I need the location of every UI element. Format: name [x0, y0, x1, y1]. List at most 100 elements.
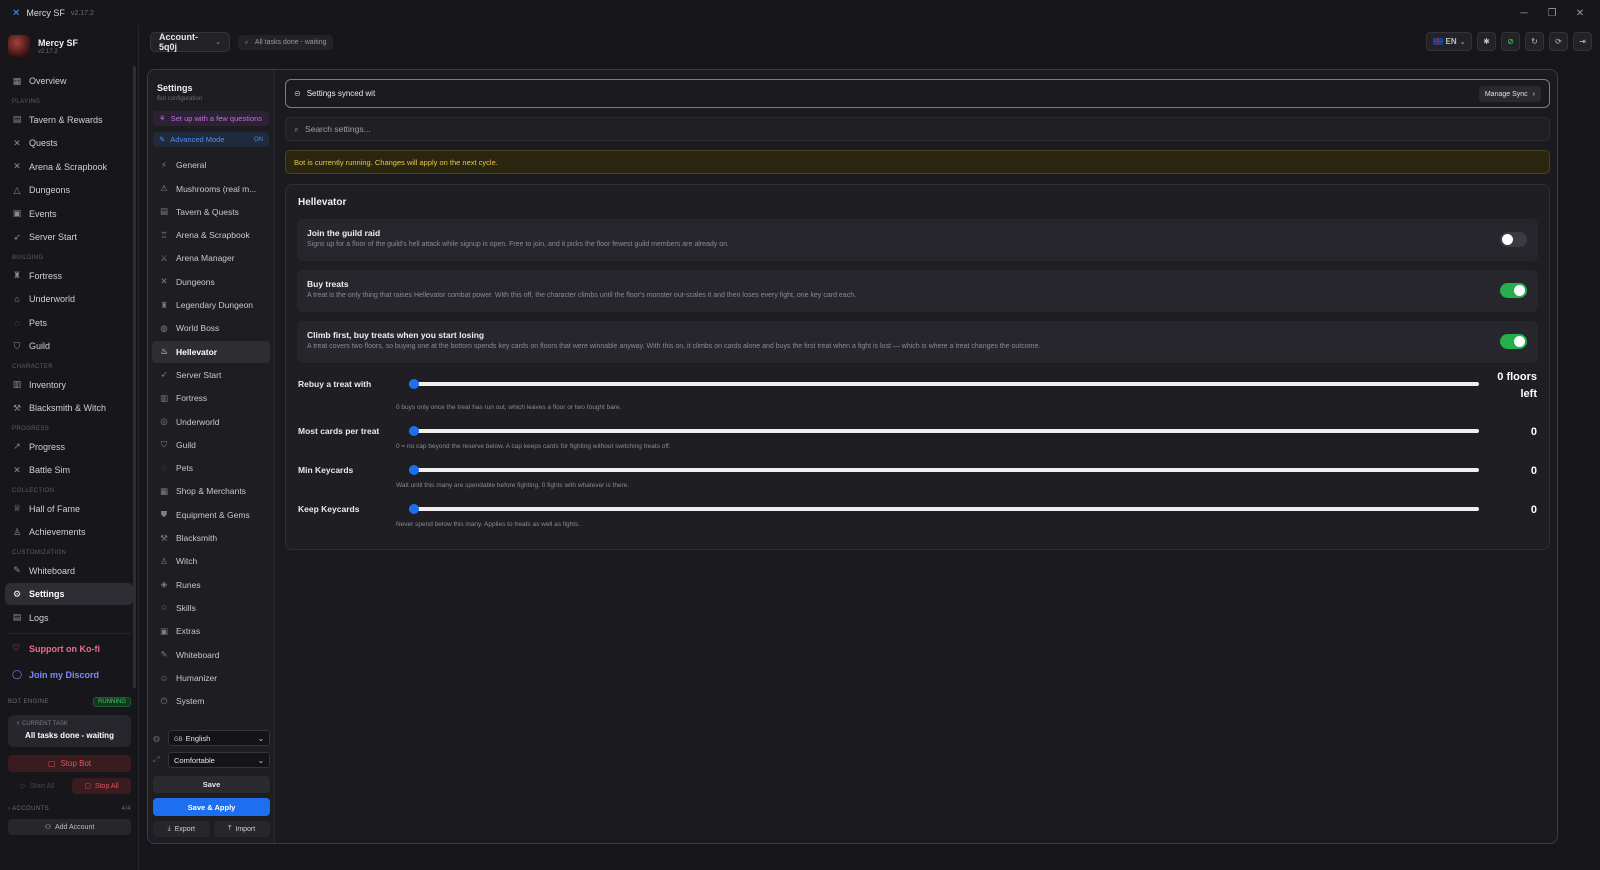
sidebar-item-pets[interactable]: ◌ Pets — [5, 312, 133, 334]
sync-button[interactable]: ⟳ — [1549, 32, 1568, 51]
settings-item-blacksmith[interactable]: ⚒ Blacksmith — [152, 527, 270, 549]
stop-all-button[interactable]: ▢ Stop All — [72, 778, 131, 794]
manage-sync-button[interactable]: Manage Sync › — [1478, 86, 1541, 102]
slider-track[interactable] — [409, 504, 1479, 514]
sidebar-item-blacksmith[interactable]: ⚒ Blacksmith & Witch — [5, 397, 133, 419]
settings-item-server-start[interactable]: ➶ Server Start — [152, 364, 270, 386]
window-title: Mercy SF — [26, 8, 65, 18]
toggle-switch[interactable] — [1500, 283, 1527, 298]
export-button[interactable]: ⤓ Export — [153, 821, 210, 837]
settings-item-fortress[interactable]: ▥ Fortress — [152, 387, 270, 409]
settings-item-system[interactable]: ⏻ System — [152, 690, 270, 712]
sidebar-item-guild[interactable]: ⛉ Guild — [5, 335, 133, 357]
language-select[interactable]: GB English ⌄ — [168, 730, 270, 746]
advanced-mode-toggle[interactable]: ✎ Advanced Mode ON — [153, 132, 269, 147]
sidebar-item-fortress[interactable]: ♜ Fortress — [5, 265, 133, 287]
sidebar-item-arena[interactable]: ✕ Arena & Scrapbook — [5, 156, 133, 178]
settings-item-equipment-gems[interactable]: ⛊ Equipment & Gems — [152, 504, 270, 526]
sync-banner: ⊝ Settings synced wit Manage Sync › — [285, 79, 1550, 108]
visibility-button[interactable]: ⊘ — [1501, 32, 1520, 51]
save-apply-button[interactable]: Save & Apply — [153, 798, 270, 816]
language-button[interactable]: EN ⌄ — [1426, 32, 1472, 51]
sidebar-item-battle-sim[interactable]: ✕ Battle Sim — [5, 459, 133, 481]
settings-item-extras[interactable]: ▣ Extras — [152, 620, 270, 642]
sidebar-item-events[interactable]: ▣ Events — [5, 203, 133, 225]
theme-toggle-button[interactable]: ✱ — [1477, 32, 1496, 51]
settings-item-runes[interactable]: ◈ Runes — [152, 574, 270, 596]
sidebar-item-overview[interactable]: ▦ Overview — [5, 70, 133, 92]
slider-thumb[interactable] — [409, 426, 419, 436]
sidebar-item-achievements[interactable]: ♙ Achievements — [5, 521, 133, 543]
logout-button[interactable]: ⇥ — [1573, 32, 1592, 51]
sidebar-item-logs[interactable]: ▤ Logs — [5, 607, 133, 629]
settings-item-guild[interactable]: ⛉ Guild — [152, 434, 270, 456]
toggle-switch[interactable] — [1500, 232, 1527, 247]
settings-item-pets[interactable]: ◌ Pets — [152, 457, 270, 479]
sidebar-item-dungeons[interactable]: △ Dungeons — [5, 179, 133, 201]
sidebar-item-inventory[interactable]: ▥ Inventory — [5, 374, 133, 396]
category-icon: ▦ — [159, 485, 169, 496]
settings-item-arena-scrapbook[interactable]: ♖ Arena & Scrapbook — [152, 224, 270, 246]
current-task: ⚡ CURRENT TASK All tasks done - waiting — [8, 715, 131, 747]
bot-engine-panel: BOT ENGINE RUNNING ⚡ CURRENT TASK All ta… — [0, 694, 139, 835]
slider-label: Rebuy a treat with — [298, 379, 372, 389]
density-select[interactable]: Comfortable ⌄ — [168, 752, 270, 768]
settings-item-shop-merchants[interactable]: ▦ Shop & Merchants — [152, 480, 270, 502]
close-button[interactable]: ✕ — [1568, 4, 1592, 22]
accounts-header[interactable]: › ACCOUNTS 4/4 — [8, 806, 131, 812]
settings-item-witch[interactable]: ♙ Witch — [152, 550, 270, 572]
sidebar-item-quests[interactable]: ✕ Quests — [5, 132, 133, 154]
grid-icon: ▦ — [12, 75, 22, 86]
eye-off-icon: ⊘ — [1507, 37, 1514, 46]
maximize-button[interactable]: ❐ — [1540, 4, 1564, 22]
status-badge: RUNNING — [93, 697, 131, 707]
sync-text: Settings synced wit — [306, 89, 376, 98]
slider-track[interactable] — [409, 465, 1479, 475]
discord-link[interactable]: ◯ Join my Discord — [5, 664, 133, 686]
start-all-button[interactable]: ▷ Start All — [8, 778, 67, 794]
kofi-link[interactable]: ♡ Support on Ko-fi — [5, 638, 133, 660]
sidebar-item-server-start[interactable]: ➶ Server Start — [5, 226, 133, 248]
account-selector[interactable]: Account-5q0j ⌄ — [150, 32, 230, 52]
settings-item-underworld[interactable]: ◎ Underworld — [152, 411, 270, 433]
chevron-down-icon: ⌄ — [215, 39, 221, 46]
sidebar-nav: ▦ Overview PLAYING ▤ Tavern & Rewards ✕ Que… — [0, 70, 138, 686]
refresh-button[interactable]: ↻ — [1525, 32, 1544, 51]
gear-icon: ⚙ — [12, 588, 22, 599]
save-button[interactable]: Save — [153, 776, 270, 793]
search-input[interactable] — [305, 124, 706, 134]
settings-item-world-boss[interactable]: ◍ World Boss — [152, 317, 270, 339]
slider-thumb[interactable] — [409, 465, 419, 475]
settings-item-skills[interactable]: ☆ Skills — [152, 597, 270, 619]
stop-bot-button[interactable]: ▢ Stop Bot — [8, 755, 131, 772]
add-account-button[interactable]: ⚇ Add Account — [8, 819, 131, 835]
sidebar-item-progress[interactable]: ↗ Progress — [5, 436, 133, 458]
slider-thumb[interactable] — [409, 504, 419, 514]
slider-track[interactable] — [409, 426, 1479, 436]
settings-item-whiteboard[interactable]: ✎ Whiteboard — [152, 644, 270, 666]
settings-item-tavern-quests[interactable]: ▤ Tavern & Quests — [152, 201, 270, 223]
slider-track[interactable] — [409, 379, 1479, 389]
rocket-icon: ➶ — [13, 231, 21, 242]
slider-thumb[interactable] — [409, 379, 419, 389]
sidebar-item-settings[interactable]: ⚙ Settings — [5, 583, 133, 605]
chevron-right-icon: › — [8, 806, 11, 812]
settings-item-hellevator[interactable]: ♨ Hellevator — [152, 340, 270, 363]
settings-item-humanizer[interactable]: ☺ Humanizer — [152, 667, 270, 689]
sidebar-item-hall-of-fame[interactable]: ♕ Hall of Fame — [5, 498, 133, 520]
sidebar-item-tavern[interactable]: ▤ Tavern & Rewards — [5, 109, 133, 131]
settings-item-legendary-dungeon[interactable]: ♜ Legendary Dungeon — [152, 294, 270, 316]
import-button[interactable]: ⤒ Import — [213, 821, 270, 837]
setup-wizard-button[interactable]: ⚘ Set up with a few questions — [153, 111, 269, 126]
sidebar-scrollbar[interactable] — [133, 66, 136, 688]
category-icon: ⛉ — [160, 439, 168, 450]
toggle-switch[interactable] — [1500, 334, 1527, 349]
sidebar-item-underworld[interactable]: ⌂ Underworld — [5, 288, 133, 310]
settings-item-mushrooms-real-m[interactable]: ⚠ Mushrooms (real m... — [152, 178, 270, 200]
sidebar-item-whiteboard[interactable]: ✎ Whiteboard — [5, 560, 133, 582]
settings-item-arena-manager[interactable]: ⚔ Arena Manager — [152, 247, 270, 269]
settings-item-dungeons[interactable]: ✕ Dungeons — [152, 271, 270, 293]
settings-item-general[interactable]: ⚡ General — [152, 154, 270, 176]
minimize-button[interactable]: ─ — [1512, 4, 1536, 22]
profile[interactable]: Mercy SF v2.17.2 — [0, 26, 138, 66]
